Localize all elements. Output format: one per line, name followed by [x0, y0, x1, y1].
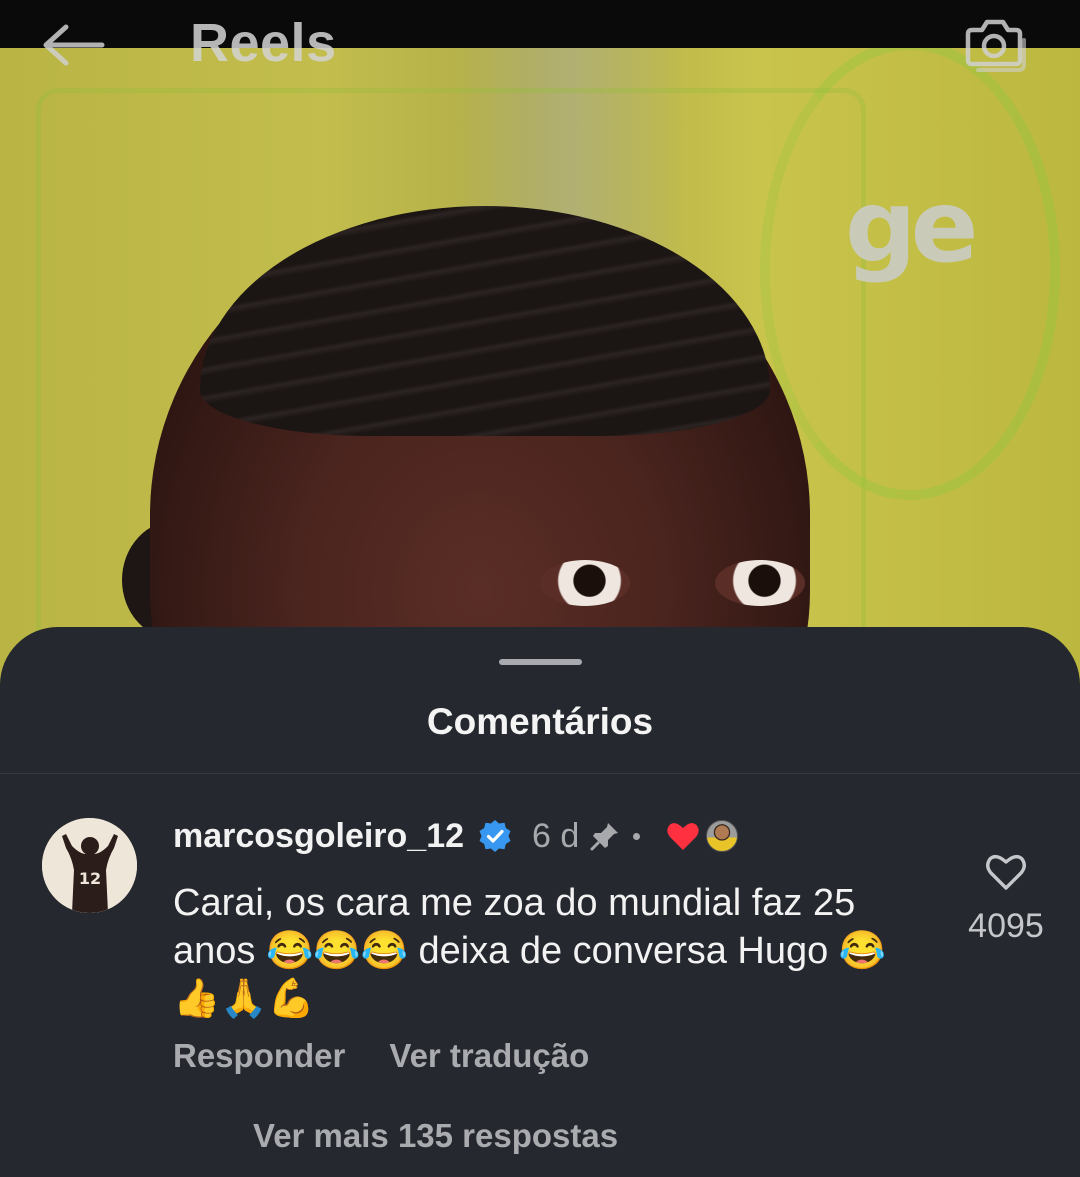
- reply-button[interactable]: Responder: [173, 1037, 345, 1075]
- back-button[interactable]: [40, 22, 106, 68]
- heart-outline-icon: [986, 854, 1026, 890]
- camera-button[interactable]: [962, 14, 1026, 72]
- person-eye-right: [715, 560, 805, 606]
- comment-actions: Responder Ver tradução: [173, 1037, 589, 1075]
- comment-username[interactable]: marcosgoleiro_12: [173, 817, 464, 856]
- verified-badge-icon: [478, 819, 512, 853]
- sheet-title: Comentários: [426, 701, 654, 742]
- arrow-left-icon: [43, 24, 105, 66]
- comment-header: marcosgoleiro_12 6 d: [173, 812, 739, 860]
- comments-sheet: Comentários 12 marcosgoleiro_12 6 d Cara…: [0, 627, 1080, 1177]
- comment-timestamp: 6 d: [532, 816, 580, 855]
- comment-text: Carai, os cara me zoa do mundial faz 25 …: [173, 882, 887, 1020]
- camera-icon: [965, 19, 1026, 72]
- translate-button[interactable]: Ver tradução: [389, 1037, 589, 1075]
- avatar[interactable]: 12: [42, 818, 137, 913]
- reel-video[interactable]: ge: [0, 0, 1080, 700]
- like-button[interactable]: [985, 852, 1027, 892]
- view-more-replies-button[interactable]: Ver mais 135 respostas: [253, 1117, 618, 1155]
- drag-handle[interactable]: [499, 659, 582, 665]
- creator-liked-heart-icon: [666, 820, 700, 852]
- divider: [0, 773, 1080, 774]
- person-eye-left: [540, 560, 630, 606]
- broadcaster-logo: ge: [845, 168, 978, 285]
- creator-avatar: [706, 820, 739, 852]
- separator-dot: [633, 832, 641, 840]
- pin-icon: [589, 820, 621, 852]
- page-title: Reels: [190, 13, 337, 73]
- avatar-jersey-number: 12: [79, 869, 101, 888]
- goalkeeper-avatar-icon: 12: [42, 818, 137, 913]
- like-count: 4095: [968, 907, 1044, 945]
- top-bar: [0, 0, 1080, 48]
